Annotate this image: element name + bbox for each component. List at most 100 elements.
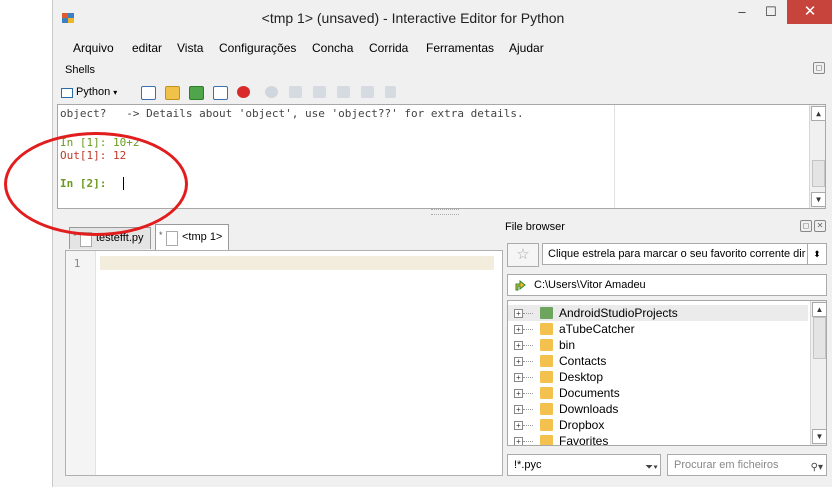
folder-icon [540,403,553,415]
filter-value: !*.pyc [514,459,542,471]
tab-testefft[interactable]: * testefft.py [69,227,151,249]
folder-icon [540,419,553,431]
scroll-down-arrow-icon[interactable]: ▼ [812,429,826,444]
tree-item-label: aTubeCatcher [559,322,635,336]
tree-item-label: Downloads [559,402,619,416]
expand-icon[interactable]: + [514,373,523,382]
tree-connector [523,361,533,362]
expand-icon[interactable]: + [514,309,523,318]
expand-icon[interactable]: + [514,357,523,366]
tree-row-dropbox[interactable]: + Dropbox [508,417,808,433]
shells-panel-title: Shells [65,64,95,76]
expand-icon[interactable]: + [514,325,523,334]
tree-row-bin[interactable]: + bin [508,337,808,353]
panel-restore-icon[interactable]: ◻ [800,220,812,232]
menu-arquivo[interactable]: Arquivo [73,41,114,55]
tab-label: <tmp 1> [182,231,223,243]
expand-icon[interactable]: + [514,421,523,430]
file-tree[interactable]: + AndroidStudioProjects + aTubeCatcher +… [507,300,827,446]
current-line-highlight [100,256,494,270]
print-margin-line [614,105,615,208]
maximize-button[interactable]: ☐ [758,0,784,24]
run-selection-icon[interactable] [189,86,204,100]
menu-vista[interactable]: Vista [177,41,203,55]
modified-star-icon: * [159,230,163,240]
tree-row-favorites[interactable]: + Favorites [508,433,808,445]
scroll-up-arrow-icon[interactable]: ▲ [811,106,826,121]
search-in-files-input[interactable]: Procurar em ficheiros ⚲▾ [667,454,827,476]
menu-editar[interactable]: editar [132,41,162,55]
search-icon[interactable]: ⚲▾ [811,458,823,478]
shell-output[interactable]: object? -> Details about 'object', use '… [57,104,826,209]
expand-icon[interactable]: + [514,437,523,445]
python-shell-label: Python [76,86,111,98]
tree-row-documents[interactable]: + Documents [508,385,808,401]
close-icon[interactable]: ✕ [814,220,826,232]
tab-tmp1[interactable]: * <tmp 1> [155,224,230,250]
terminal-icon [61,87,73,98]
filter-funnel-icon[interactable]: ⏷▾ [645,458,658,478]
menu-configuracoes[interactable]: Configurações [219,41,296,55]
new-shell-icon[interactable] [213,86,228,100]
path-field[interactable]: C:\Users\Vitor Amadeu [507,274,827,296]
step-out-icon[interactable] [337,86,350,98]
folder-icon [540,307,553,319]
file-browser-controls: ◻ ✕ [798,220,826,232]
step-over-icon[interactable] [289,86,302,98]
tree-item-label: Documents [559,386,620,400]
menu-ajudar[interactable]: Ajudar [509,41,544,55]
clear-icon[interactable] [361,86,374,98]
horizontal-splitter[interactable] [431,209,459,215]
edit-config-icon[interactable] [141,86,156,100]
favorite-star-button[interactable]: ☆ [507,243,539,267]
file-browser-title: File browser [505,221,565,233]
shell-scrollbar[interactable]: ▲ ▼ [809,105,826,208]
favorites-dropdown[interactable]: Clique estrela para marcar o seu favorit… [542,243,827,265]
tree-connector [523,313,533,314]
go-up-icon[interactable] [514,278,527,291]
run-file-icon[interactable] [165,86,180,100]
scroll-thumb[interactable] [813,317,826,359]
tree-row-contacts[interactable]: + Contacts [508,353,808,369]
tree-row-desktop[interactable]: + Desktop [508,369,808,385]
minimize-button[interactable]: – [729,0,755,24]
tree-row-atubecatcher[interactable]: + aTubeCatcher [508,321,808,337]
tree-row-downloads[interactable]: + Downloads [508,401,808,417]
app-window: <tmp 1> (unsaved) - Interactive Editor f… [52,0,832,487]
step-into-icon[interactable] [313,86,326,98]
window-title: <tmp 1> (unsaved) - Interactive Editor f… [261,10,565,26]
search-placeholder: Procurar em ficheiros [674,459,779,471]
modified-star-icon: * [73,231,77,241]
expand-icon[interactable]: + [514,389,523,398]
menu-corrida[interactable]: Corrida [369,41,408,55]
shell-toolbar: Python ▾ [53,82,832,104]
stop-debug-icon[interactable] [385,86,396,98]
panel-restore-icon[interactable]: ◻ [813,62,825,74]
restart-icon[interactable] [265,86,278,98]
favorites-placeholder: Clique estrela para marcar o seu favorit… [548,248,806,260]
title-bar: <tmp 1> (unsaved) - Interactive Editor f… [53,0,832,34]
shell-line-help: object? -> Details about 'object', use '… [60,107,524,120]
file-filter-input[interactable]: !*.pyc ⏷▾ [507,454,661,476]
tree-connector [523,441,533,442]
updown-arrows-icon: ⬍ [807,244,826,264]
shell-line-out1: Out[1]: 12 [60,149,127,162]
tree-row-androidstudioprojects[interactable]: + AndroidStudioProjects [508,305,808,321]
expand-icon[interactable]: + [514,405,523,414]
tab-label: testefft.py [96,232,144,244]
scroll-down-arrow-icon[interactable]: ▼ [811,192,826,207]
python-shell-button[interactable]: Python ▾ [58,84,121,101]
line-number: 1 [73,257,81,270]
menu-ferramentas[interactable]: Ferramentas [426,41,494,55]
expand-icon[interactable]: + [514,341,523,350]
folder-icon [540,387,553,399]
scroll-up-arrow-icon[interactable]: ▲ [812,302,826,317]
code-editor[interactable]: 1 [65,250,503,476]
close-button[interactable]: ✕ [787,0,832,24]
menu-concha[interactable]: Concha [312,41,353,55]
stop-icon[interactable] [237,86,250,98]
scroll-thumb[interactable] [812,160,825,187]
shell-line-in1: In [1]: 10+2 [60,136,140,149]
tree-scrollbar[interactable]: ▲ ▼ [810,301,826,445]
tree-item-label: bin [559,338,576,352]
